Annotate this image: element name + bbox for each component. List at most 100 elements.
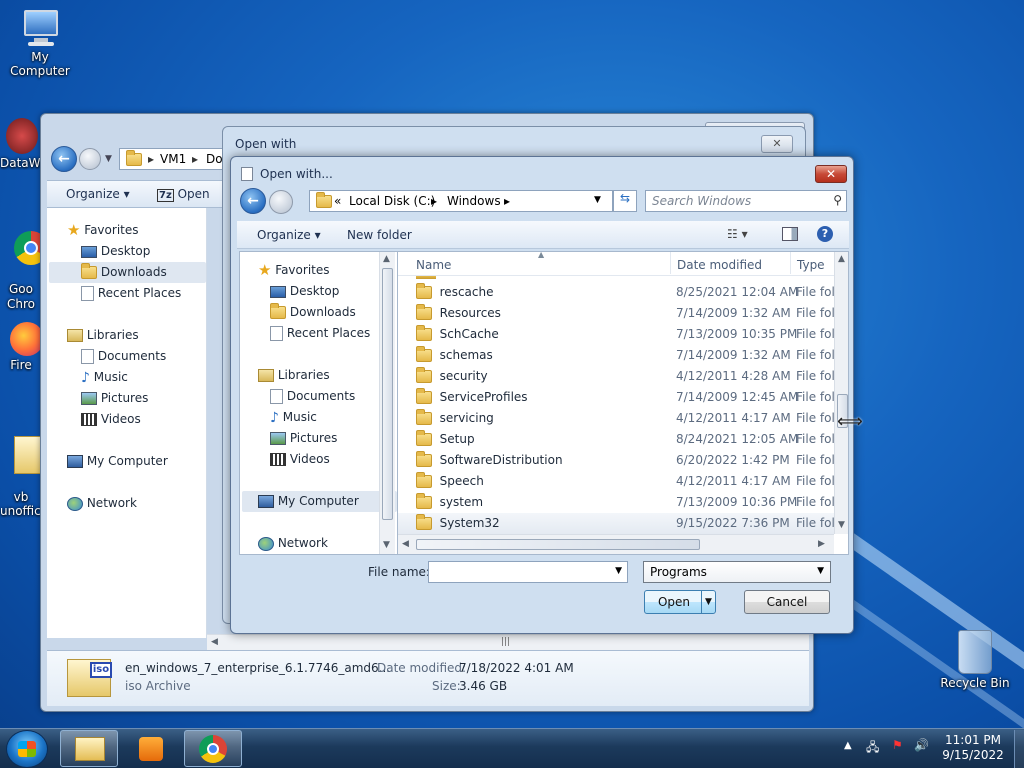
desktop-icon-chrome[interactable]: Goo Chro xyxy=(0,216,42,312)
clock[interactable]: 11:01 PM 9/15/2022 xyxy=(940,733,1006,763)
column-divider[interactable] xyxy=(790,252,791,274)
file-row[interactable]: Resources 7/14/2009 1:32 AM File fol xyxy=(398,303,835,324)
file-list-vscrollbar[interactable]: ▲ ▼ xyxy=(834,252,848,534)
nav-favorites[interactable]: ★ Favorites xyxy=(67,220,206,241)
folder-icon xyxy=(126,150,142,166)
column-type[interactable]: Type xyxy=(797,254,825,276)
close-button[interactable]: ✕ xyxy=(815,165,847,183)
scroll-thumb[interactable] xyxy=(382,268,393,520)
file-row[interactable]: SoftwareDistribution 6/20/2022 1:42 PM Fil… xyxy=(398,450,835,471)
nav-downloads[interactable]: Downloads xyxy=(258,302,397,323)
scroll-up-arrow[interactable]: ▲ xyxy=(838,254,845,264)
nav-recent-places[interactable]: Recent Places xyxy=(258,323,397,344)
file-list-hscrollbar[interactable]: ◀ ▶ xyxy=(398,534,834,554)
forward-button[interactable] xyxy=(269,190,293,214)
column-name[interactable]: Name xyxy=(416,254,451,276)
file-row[interactable]: rescache 8/25/2021 12:04 AM File fol xyxy=(398,282,835,303)
nav-videos[interactable]: Videos xyxy=(67,409,206,430)
desktop-icon-my-computer[interactable]: My Computer xyxy=(0,8,80,78)
breadcrumb-local-disk[interactable]: Local Disk (C:) xyxy=(349,194,435,208)
nav-documents[interactable]: Documents xyxy=(67,346,206,367)
nav-downloads[interactable]: Downloads xyxy=(49,262,206,283)
file-row[interactable]: system 7/13/2009 10:36 PM File fol xyxy=(398,492,835,513)
nav-network[interactable]: Network xyxy=(258,533,397,554)
nav-pane-scrollbar[interactable]: ▲ ▼ xyxy=(379,252,395,554)
show-hidden-icons-button[interactable]: ▲ xyxy=(844,740,852,751)
column-divider[interactable] xyxy=(670,252,671,274)
volume-icon[interactable]: 🔊 xyxy=(914,738,929,752)
address-box[interactable]: « Local Disk (C:) ▸ Windows ▸ ▼ xyxy=(309,190,613,212)
open-button[interactable]: Open ▼ xyxy=(644,590,716,614)
refresh-button[interactable]: ⇆ xyxy=(613,190,637,212)
help-icon[interactable]: ? xyxy=(817,226,833,242)
back-button[interactable]: ← xyxy=(51,146,77,172)
taskbar-media-player[interactable] xyxy=(122,730,180,767)
nav-music[interactable]: ♪ Music xyxy=(67,367,206,388)
file-name-dropdown-icon[interactable]: ▼ xyxy=(615,566,622,576)
file-row[interactable]: SchCache 7/13/2009 10:35 PM File fol xyxy=(398,324,835,345)
nav-music[interactable]: ♪ Music xyxy=(258,407,397,428)
preview-pane-button[interactable] xyxy=(782,227,798,241)
network-tray-icon[interactable]: 🖧 xyxy=(866,738,879,759)
scroll-left-arrow[interactable]: ◀ xyxy=(211,637,218,647)
file-row[interactable]: Setup 8/24/2021 12:05 AM File fol xyxy=(398,429,835,450)
file-row[interactable]: servicing 4/12/2011 4:17 AM File fol xyxy=(398,408,835,429)
taskbar-explorer[interactable] xyxy=(60,730,118,767)
breadcrumb-vm1[interactable]: VM1 xyxy=(160,152,186,166)
iso-badge: iso xyxy=(90,662,112,678)
nav-videos[interactable]: Videos xyxy=(258,449,397,470)
file-name-input[interactable]: ▼ xyxy=(428,561,628,583)
horizontal-scrollbar[interactable]: ◀ ||| xyxy=(207,634,809,650)
file-row[interactable]: schemas 7/14/2009 1:32 AM File fol xyxy=(398,345,835,366)
desktop-icon-recycle-bin[interactable]: Recycle Bin xyxy=(938,630,1012,690)
show-desktop-button[interactable] xyxy=(1014,730,1024,768)
breadcrumb-overflow[interactable]: « xyxy=(334,194,341,208)
nav-desktop[interactable]: Desktop xyxy=(67,241,206,262)
file-row-selected[interactable]: System32 9/15/2022 7:36 PM File fol xyxy=(398,513,835,534)
nav-desktop[interactable]: Desktop xyxy=(258,281,397,302)
nav-pictures[interactable]: Pictures xyxy=(67,388,206,409)
history-dropdown-icon[interactable]: ▼ xyxy=(105,154,112,164)
back-button[interactable]: ← xyxy=(240,188,266,214)
organize-button[interactable]: Organize ▾ xyxy=(66,187,130,201)
open-button[interactable]: 7z Open xyxy=(157,187,210,202)
nav-libraries[interactable]: Libraries xyxy=(67,325,206,346)
breadcrumb-downloads[interactable]: Do xyxy=(206,152,223,166)
file-date: 4/12/2011 4:17 AM xyxy=(676,474,791,488)
nav-recent-places[interactable]: Recent Places xyxy=(67,283,206,304)
cancel-button[interactable]: Cancel xyxy=(744,590,830,614)
scroll-right-arrow[interactable]: ▶ xyxy=(818,539,825,549)
scroll-up-arrow[interactable]: ▲ xyxy=(383,254,390,264)
nav-pictures[interactable]: Pictures xyxy=(258,428,397,449)
organize-button[interactable]: Organize ▾ xyxy=(257,228,321,242)
file-row[interactable]: security 4/12/2011 4:28 AM File fol xyxy=(398,366,835,387)
file-row[interactable]: Speech 4/12/2011 4:17 AM File fol xyxy=(398,471,835,492)
close-button[interactable]: ✕ xyxy=(761,135,793,153)
open-dropdown-icon[interactable]: ▼ xyxy=(701,591,715,613)
scroll-thumb[interactable] xyxy=(416,539,700,550)
scroll-down-arrow[interactable]: ▼ xyxy=(838,520,845,530)
scroll-left-arrow[interactable]: ◀ xyxy=(402,539,409,549)
nav-favorites[interactable]: ★ Favorites xyxy=(258,260,397,281)
nav-my-computer[interactable]: My Computer xyxy=(242,491,397,512)
new-folder-button[interactable]: New folder xyxy=(347,228,412,242)
file-type-filter-select[interactable]: Programs ▼ xyxy=(643,561,831,583)
scroll-down-arrow[interactable]: ▼ xyxy=(383,540,390,550)
view-options-button[interactable]: ☷ ▾ xyxy=(727,227,748,241)
action-center-icon[interactable]: ⚑ xyxy=(892,738,903,752)
forward-button[interactable] xyxy=(79,148,101,170)
breadcrumb-windows[interactable]: Windows xyxy=(447,194,501,208)
nav-network[interactable]: Network xyxy=(67,493,206,514)
desktop-icon-datawa[interactable]: DataWa xyxy=(0,118,42,170)
nav-my-computer[interactable]: My Computer xyxy=(67,451,206,472)
nav-documents[interactable]: Documents xyxy=(258,386,397,407)
search-input[interactable]: Search Windows ⚲ xyxy=(645,190,847,212)
desktop-icon-firefox[interactable]: Fire xyxy=(0,322,42,372)
address-dropdown-icon[interactable]: ▼ xyxy=(594,195,601,205)
file-row[interactable]: ServiceProfiles 7/14/2009 12:45 AM File fo… xyxy=(398,387,835,408)
column-date-modified[interactable]: Date modified xyxy=(677,254,762,276)
taskbar-chrome[interactable] xyxy=(184,730,242,767)
start-button[interactable] xyxy=(6,730,48,768)
desktop-icon-vb[interactable]: vb unoffici xyxy=(0,422,42,518)
nav-libraries[interactable]: Libraries xyxy=(258,365,397,386)
